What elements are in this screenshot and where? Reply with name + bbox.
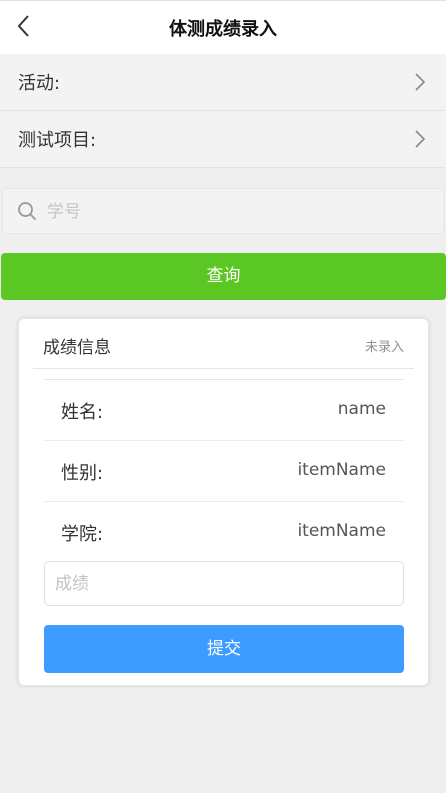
search-box [2,188,444,235]
gender-value: itemName [297,460,386,480]
page-title: 体测成绩录入 [169,19,277,40]
test-item-label: 测试项目: [18,130,97,151]
test-item-select[interactable]: 测试项目: [0,111,446,168]
search-icon [18,202,36,220]
student-info-list: 姓名: name 性别: itemName 学院: itemName [44,379,404,562]
card-title: 成绩信息 [43,338,111,358]
name-label: 姓名: [61,402,104,423]
name-value: name [337,399,386,419]
score-input[interactable] [44,561,404,606]
chevron-right-icon [415,73,426,91]
college-value: itemName [297,521,386,541]
activity-select[interactable]: 活动: [0,54,446,111]
info-row-college: 学院: itemName [44,502,404,562]
activity-label: 活动: [18,73,61,94]
status-badge: 未录入 [364,340,404,355]
nav-bar: 体测成绩录入 [0,0,446,54]
college-label: 学院: [61,524,104,545]
score-info-card: 成绩信息 未录入 姓名: name 性别: itemName 学院: itemN… [18,318,429,686]
gender-label: 性别: [61,463,104,484]
submit-button[interactable]: 提交 [44,625,404,673]
info-row-gender: 性别: itemName [44,441,404,502]
chevron-right-icon [415,130,426,148]
student-id-input[interactable] [45,189,429,235]
info-row-name: 姓名: name [44,380,404,441]
query-button[interactable]: 查询 [1,253,446,300]
card-header: 成绩信息 未录入 [33,319,414,369]
